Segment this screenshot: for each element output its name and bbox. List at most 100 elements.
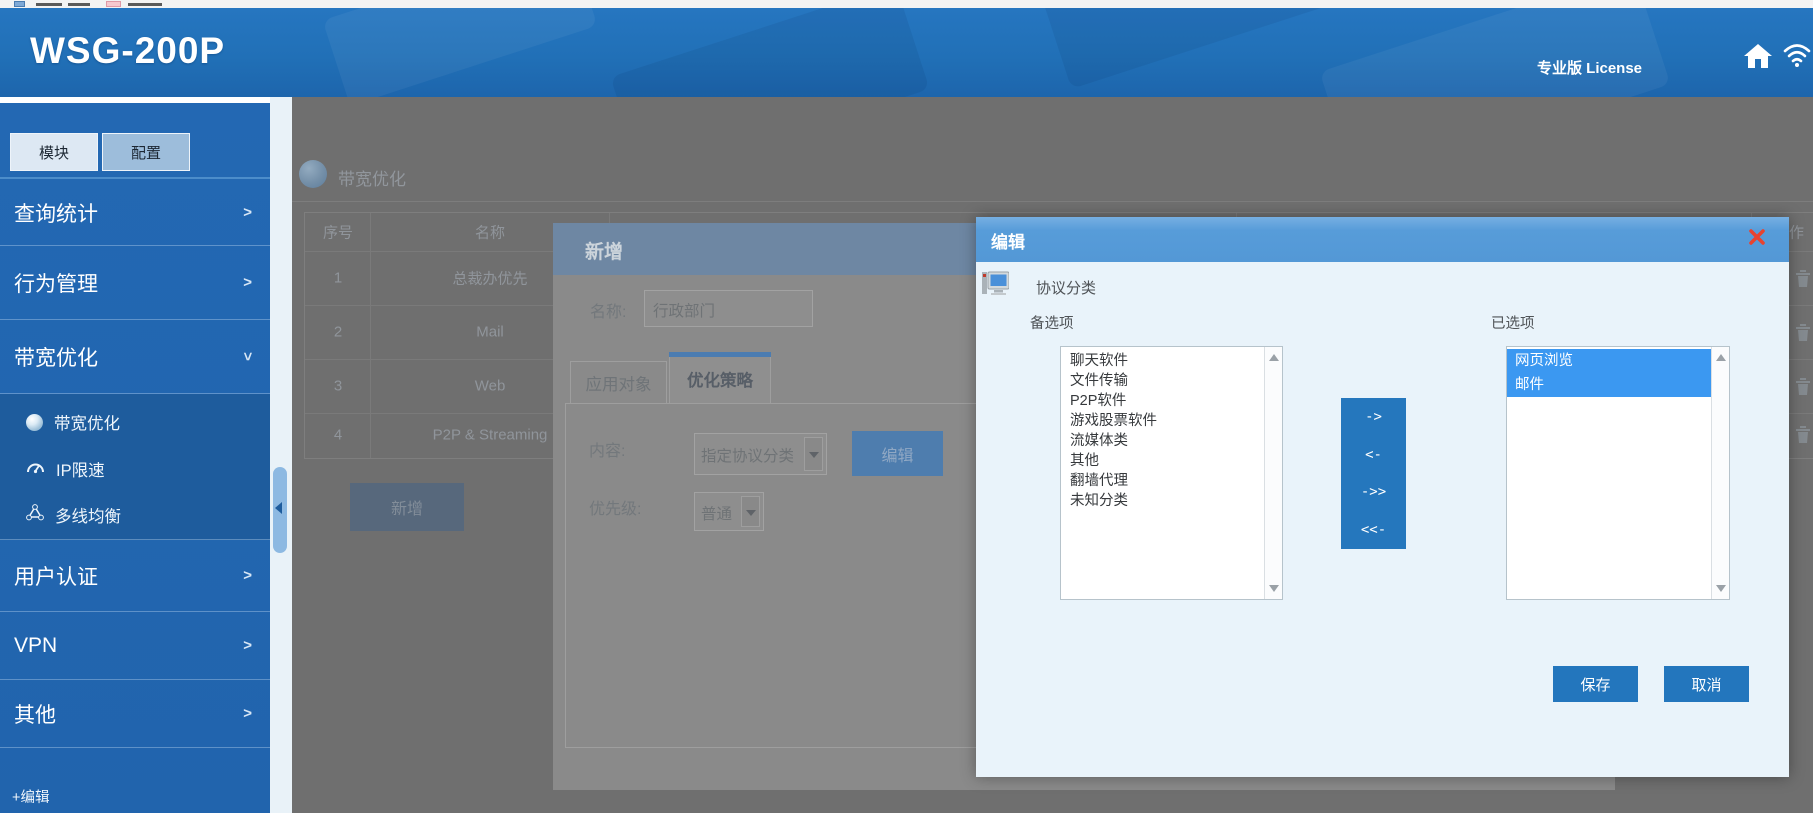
column-header-no: 序号 — [322, 224, 354, 242]
sidebar-gutter — [270, 97, 292, 813]
home-icon[interactable] — [1744, 44, 1772, 73]
column-header-name: 名称 — [474, 224, 506, 242]
edit-dialog: 编辑 协议分类 备选项 已选项 聊天软件 文件传输 P2P软件 游戏股票软件 流… — [976, 217, 1789, 777]
scrollbar[interactable] — [1264, 347, 1282, 599]
trash-icon[interactable] — [1795, 269, 1811, 287]
priority-select-value: 普通 — [701, 506, 733, 523]
submenu-item-bandwidth-opt[interactable]: 带宽优化 — [0, 407, 270, 437]
scroll-up-icon[interactable] — [1269, 354, 1279, 361]
table-line — [370, 213, 371, 458]
dropdown-button[interactable] — [804, 437, 823, 471]
move-all-left-button[interactable]: <<- — [1341, 511, 1406, 549]
submenu-item-ip-limit[interactable]: IP限速 — [0, 454, 270, 484]
transfer-buttons: -> <- ->> <<- — [1341, 398, 1406, 549]
chevron-down-icon: > — [239, 352, 257, 361]
move-all-right-button[interactable]: ->> — [1341, 473, 1406, 512]
bookmark-text — [36, 3, 62, 6]
sidebar-item-label: VPN — [14, 633, 58, 657]
table-cell-name: P2P & Streaming — [432, 426, 548, 444]
sidebar-item-query-stats[interactable]: 查询统计 > — [0, 180, 270, 246]
divider — [0, 177, 270, 179]
edit-button[interactable]: 编辑 — [852, 431, 943, 476]
bookmark-text — [128, 3, 162, 6]
tab-optimize-policy[interactable]: 优化策略 — [669, 352, 771, 404]
wifi-icon[interactable] — [1782, 42, 1812, 73]
monitor-icon — [982, 270, 1010, 301]
tab-apply-target[interactable]: 应用对象 — [570, 361, 667, 404]
sidebar-item-label: 用户认证 — [14, 565, 98, 589]
edit-dialog-titlebar: 编辑 — [976, 217, 1789, 262]
submenu-item-load-balance[interactable]: 多线均衡 — [0, 500, 270, 530]
table-cell-name: Web — [474, 377, 506, 395]
trash-icon[interactable] — [1795, 425, 1811, 443]
submenu-item-label: 多线均衡 — [55, 508, 121, 526]
scroll-down-icon[interactable] — [1269, 585, 1279, 592]
selected-list-label: 已选项 — [1491, 316, 1535, 332]
scrollbar[interactable] — [1711, 347, 1729, 599]
available-listbox[interactable]: 聊天软件 文件传输 P2P软件 游戏股票软件 流媒体类 其他 翻墙代理 未知分类 — [1060, 346, 1283, 600]
table-cell-no: 4 — [333, 426, 343, 444]
scroll-down-icon[interactable] — [1716, 585, 1726, 592]
list-item[interactable]: 文件传输 — [1061, 371, 1264, 391]
chevron-right-icon: > — [243, 637, 252, 654]
active-tab-indicator — [669, 352, 771, 357]
divider — [292, 201, 1813, 202]
move-left-button[interactable]: <- — [1341, 435, 1406, 474]
bookmark-favicon — [106, 1, 121, 7]
list-item-selected[interactable]: 网页浏览 — [1507, 349, 1711, 373]
list-item-selected[interactable]: 邮件 — [1507, 373, 1711, 397]
selected-items: 网页浏览 邮件 — [1507, 349, 1711, 397]
scroll-up-icon[interactable] — [1716, 354, 1726, 361]
license-badge: 专业版 License — [1537, 60, 1643, 77]
close-icon[interactable] — [1748, 228, 1770, 250]
keyboard-texture — [1319, 8, 1671, 97]
sidebar-item-user-auth[interactable]: 用户认证 > — [0, 540, 270, 612]
sidebar-tab-config[interactable]: 配置 — [102, 133, 190, 171]
list-item[interactable]: 未知分类 — [1061, 491, 1264, 511]
cancel-button[interactable]: 取消 — [1664, 666, 1749, 702]
add-button[interactable]: 新增 — [350, 483, 464, 531]
keyboard-texture — [1042, 8, 1338, 89]
bookmark-text — [68, 3, 90, 6]
keyboard-texture — [322, 8, 598, 97]
page-title: 带宽优化 — [338, 170, 406, 189]
dropdown-button[interactable] — [741, 496, 760, 527]
collapse-left-icon — [275, 502, 282, 514]
sphere-icon — [26, 413, 43, 431]
sidebar-item-vpn[interactable]: VPN > — [0, 612, 270, 680]
sidebar-tab-module[interactable]: 模块 — [10, 133, 98, 171]
list-item[interactable]: 流媒体类 — [1061, 431, 1264, 451]
sidebar: 模块 配置 查询统计 > 行为管理 > 带宽优化 > 带宽优化 IP限速 多线均… — [0, 103, 270, 813]
bookmark-favicon — [14, 1, 25, 7]
list-item[interactable]: P2P软件 — [1061, 391, 1264, 411]
list-item[interactable]: 其他 — [1061, 451, 1264, 471]
table-cell-no: 3 — [333, 377, 343, 395]
sidebar-edit-link[interactable]: +编辑 — [12, 786, 49, 807]
caret-down-icon — [809, 452, 819, 458]
sidebar-item-label: 行为管理 — [14, 272, 98, 296]
name-label: 名称: — [590, 304, 627, 321]
sidebar-item-label: 带宽优化 — [14, 346, 98, 370]
priority-label: 优先级: — [589, 501, 642, 518]
page-title-icon — [299, 160, 327, 188]
submenu-item-label: IP限速 — [56, 462, 105, 480]
chevron-right-icon: > — [243, 274, 252, 291]
trash-icon[interactable] — [1795, 323, 1811, 341]
protocol-category-label: 协议分类 — [1036, 280, 1097, 297]
app-header: WSG-200P 专业版 License — [0, 8, 1813, 97]
trash-icon[interactable] — [1795, 377, 1811, 395]
header-underline — [0, 97, 270, 103]
table-cell-no: 2 — [333, 323, 343, 341]
name-input-value: 行政部门 — [653, 303, 716, 320]
sidebar-item-bandwidth-opt[interactable]: 带宽优化 > — [0, 320, 270, 394]
move-right-button[interactable]: -> — [1341, 398, 1406, 436]
save-button[interactable]: 保存 — [1553, 666, 1638, 702]
sidebar-item-behavior-mgmt[interactable]: 行为管理 > — [0, 246, 270, 320]
list-item[interactable]: 翻墙代理 — [1061, 471, 1264, 491]
list-item[interactable]: 游戏股票软件 — [1061, 411, 1264, 431]
browser-bookmarks-strip — [0, 0, 1813, 8]
selected-listbox[interactable]: 网页浏览 邮件 — [1506, 346, 1730, 600]
add-dialog-title: 新增 — [585, 242, 624, 263]
list-item[interactable]: 聊天软件 — [1061, 351, 1264, 371]
sidebar-item-other[interactable]: 其他 > — [0, 680, 270, 748]
